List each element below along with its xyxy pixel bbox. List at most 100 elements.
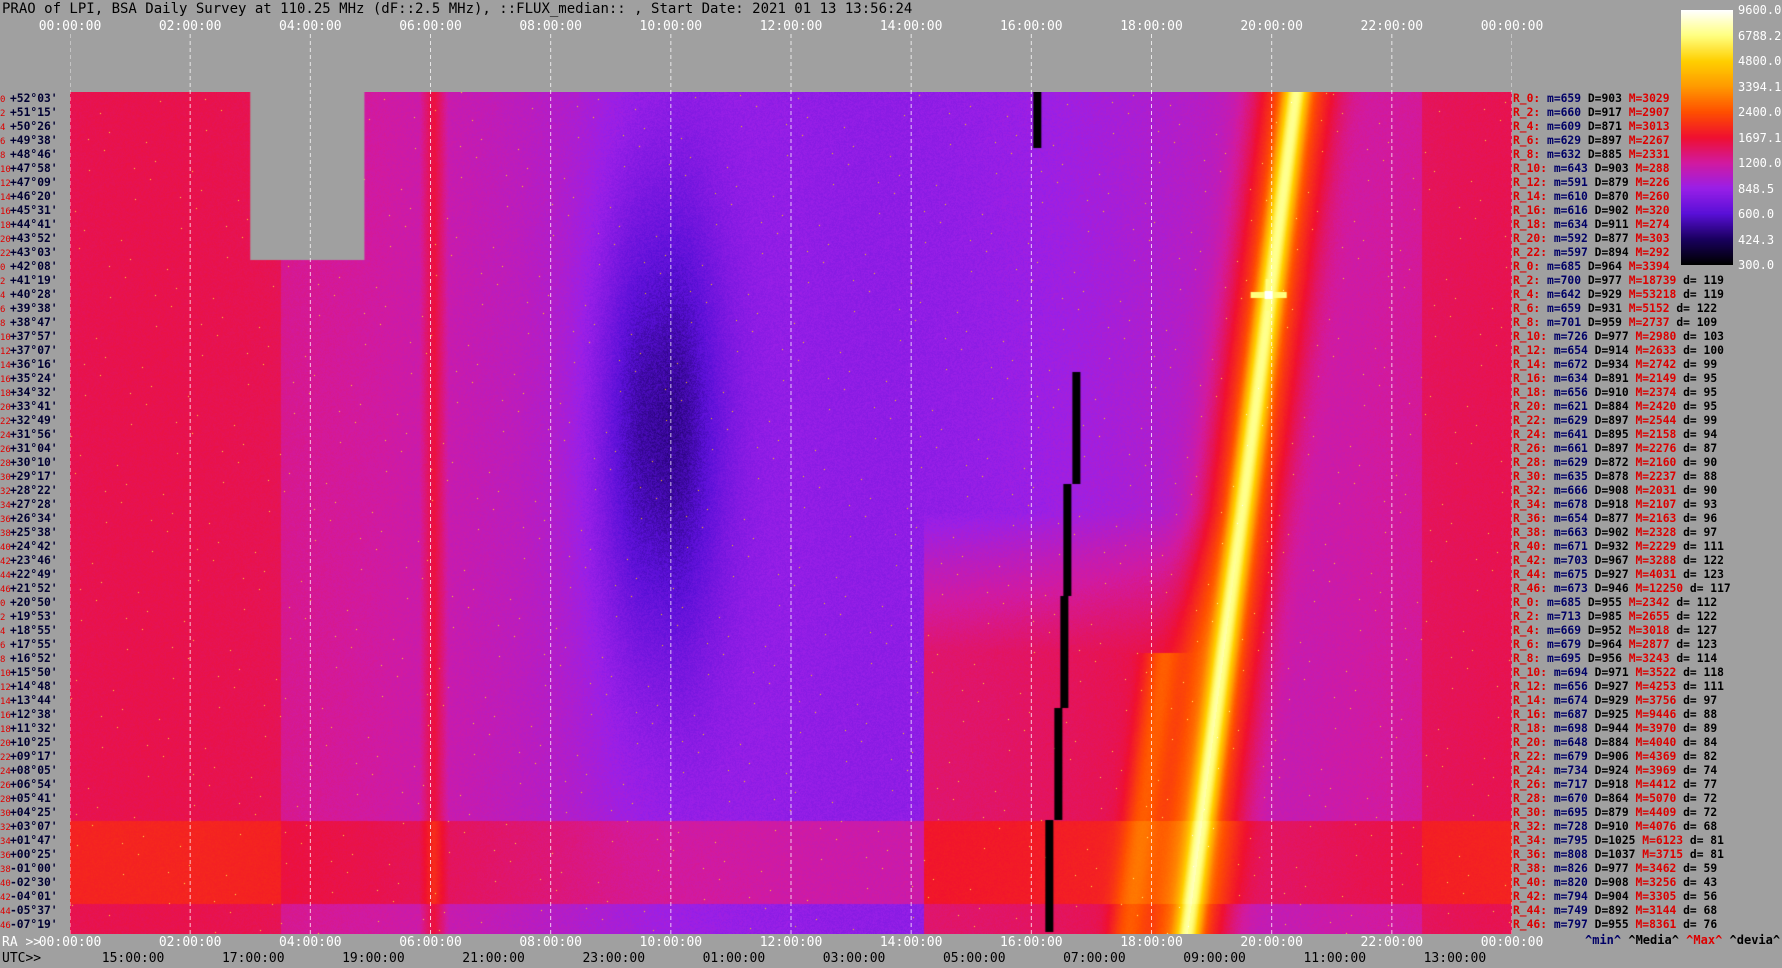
stats-max: M=2149 — [1635, 372, 1677, 385]
stats-label: R_4: — [1513, 288, 1541, 301]
declination-row: 16+45°31' — [0, 204, 70, 218]
declination-row: 10+15°50' — [0, 666, 70, 680]
row-index: 2 — [0, 277, 6, 287]
row-index: 4 — [0, 291, 6, 301]
stats-label: R_20: — [1513, 232, 1548, 245]
ra-axis-label: RA >> — [2, 935, 42, 950]
stats-label: R_20: — [1513, 736, 1548, 749]
declination-value: +24°42' — [10, 540, 58, 553]
stats-label: R_20: — [1513, 400, 1548, 413]
stats-label: R_32: — [1513, 820, 1548, 833]
stats-min: m=695 — [1553, 806, 1588, 819]
stats-max: M=303 — [1635, 232, 1670, 245]
stats-devia: d= 93 — [1683, 498, 1718, 511]
stats-median: D=911 — [1594, 218, 1629, 231]
stats-label: R_6: — [1513, 638, 1541, 651]
stats-devia: d= 77 — [1683, 778, 1718, 791]
stats-label: R_22: — [1513, 750, 1548, 763]
heatmap-plot[interactable] — [70, 34, 1512, 934]
stats-median: D=929 — [1587, 288, 1622, 301]
row-index: 20 — [0, 235, 11, 245]
stats-row: R_32: m=728 D=910 M=4076 d= 68 — [1513, 820, 1782, 834]
declination-value: +23°46' — [10, 554, 58, 567]
stats-median: D=884 — [1594, 400, 1629, 413]
stats-label: R_14: — [1513, 358, 1548, 371]
stats-min: m=670 — [1553, 792, 1588, 805]
stats-median: D=897 — [1594, 442, 1629, 455]
stats-row: R_46: m=797 D=955 M=8361 d= 76 — [1513, 918, 1782, 932]
colorbar-tick-label: 4800.0 — [1738, 54, 1782, 68]
row-index: 20 — [0, 739, 11, 749]
stats-median: D=891 — [1594, 372, 1629, 385]
stats-devia: d= 99 — [1683, 358, 1718, 371]
stats-label: R_36: — [1513, 512, 1548, 525]
stats-row: R_36: m=808 D=1037 M=3715 d= 81 — [1513, 848, 1782, 862]
declination-value: +00°25' — [10, 848, 58, 861]
row-index: 20 — [0, 403, 11, 413]
stats-devia: d= 90 — [1683, 456, 1718, 469]
stats-devia: d= 111 — [1683, 540, 1724, 553]
stats-max: M=3715 — [1642, 848, 1684, 861]
stats-devia: d= 118 — [1683, 666, 1724, 679]
stats-devia: d= 127 — [1676, 624, 1718, 637]
top-tick-label: 06:00:00 — [399, 19, 462, 34]
declination-row: 2 +51°15' — [0, 106, 70, 120]
stats-min: m=726 — [1553, 330, 1588, 343]
stats-min: m=643 — [1553, 162, 1588, 175]
stats-max: M=4076 — [1635, 820, 1677, 833]
stats-devia: d= 117 — [1689, 582, 1731, 595]
declination-value: +50°26' — [10, 120, 58, 133]
stats-label: R_0: — [1513, 92, 1541, 105]
stats-row: R_38: m=663 D=902 M=2328 d= 97 — [1513, 526, 1782, 540]
row-index: 22 — [0, 249, 11, 259]
row-index: 26 — [0, 445, 11, 455]
row-index: 6 — [0, 641, 6, 651]
stats-label: R_30: — [1513, 806, 1548, 819]
declination-value: +01°47' — [10, 834, 58, 847]
stats-devia: d= 96 — [1683, 512, 1718, 525]
stats-median: D=967 — [1594, 554, 1629, 567]
stats-label: R_26: — [1513, 778, 1548, 791]
stats-max: M=2031 — [1635, 484, 1677, 497]
declination-value: +43°03' — [10, 246, 58, 259]
row-index: 6 — [0, 137, 6, 147]
stats-row: R_10: m=694 D=971 M=3522 d= 118 — [1513, 666, 1782, 680]
colorbar-tick-label: 6788.2 — [1738, 28, 1782, 43]
stats-row: R_10: m=726 D=977 M=2980 d= 103 — [1513, 330, 1782, 344]
stats-label: R_18: — [1513, 218, 1548, 231]
row-index: 14 — [0, 361, 11, 371]
declination-row: 10+47°58' — [0, 162, 70, 176]
stats-median: D=877 — [1594, 512, 1629, 525]
stats-median: D=903 — [1587, 92, 1622, 105]
row-index: 0 — [0, 95, 6, 105]
top-tick-label: 04:00:00 — [279, 19, 342, 34]
stats-label: R_10: — [1513, 666, 1548, 679]
stats-min: m=591 — [1553, 176, 1588, 189]
stats-row: R_42: m=794 D=904 M=3305 d= 56 — [1513, 890, 1782, 904]
row-index: 18 — [0, 389, 11, 399]
stats-label: R_16: — [1513, 708, 1548, 721]
colorbar — [1681, 10, 1733, 265]
stats-median: D=904 — [1594, 890, 1629, 903]
declination-value: -05°37' — [10, 904, 58, 917]
stats-devia: d= 123 — [1676, 638, 1718, 651]
stats-devia: d= 119 — [1683, 274, 1724, 287]
top-tick-label: 00:00:00 — [38, 19, 102, 34]
declination-row: 4 +50°26' — [0, 120, 70, 134]
declination-row: 32+28°22' — [0, 484, 70, 498]
stats-devia: d= 122 — [1676, 302, 1718, 315]
chart-title: PRAO of LPI, BSA Daily Survey at 110.25 … — [2, 1, 913, 17]
stats-devia: d= 72 — [1683, 792, 1718, 805]
row-index: 26 — [0, 781, 11, 791]
stats-median: D=944 — [1594, 722, 1629, 735]
stats-median: D=946 — [1594, 582, 1629, 595]
stats-median: D=977 — [1594, 330, 1629, 343]
stats-median: D=959 — [1587, 316, 1622, 329]
declination-row: 46+21°52' — [0, 582, 70, 596]
declination-value: +34°32' — [10, 386, 58, 399]
row-index: 44 — [0, 907, 11, 917]
stats-row: R_38: m=826 D=977 M=3462 d= 59 — [1513, 862, 1782, 876]
stats-row: R_46: m=673 D=946 M=12250 d= 117 — [1513, 582, 1782, 596]
stats-row: R_18: m=656 D=910 M=2374 d= 95 — [1513, 386, 1782, 400]
stats-median: D=910 — [1594, 820, 1629, 833]
